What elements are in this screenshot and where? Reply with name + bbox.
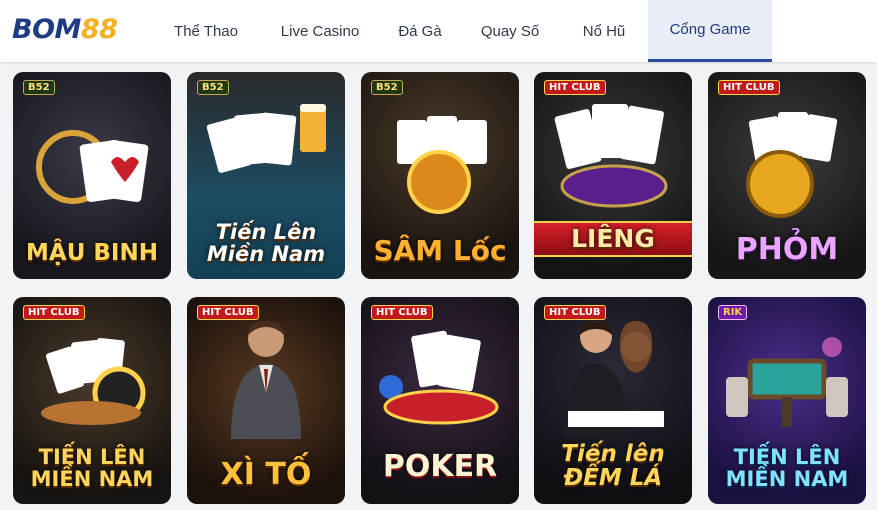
man-in-suit-art	[231, 321, 301, 439]
nav-cockfight[interactable]: Đá Gà	[380, 0, 460, 62]
provider-badge: HIT CLUB	[371, 305, 433, 320]
game-title: POKER	[382, 448, 498, 484]
nav-live-casino[interactable]: Live Casino	[260, 0, 380, 62]
nav-sports[interactable]: Thể Thao	[152, 0, 260, 62]
provider-badge: B52	[197, 80, 229, 95]
game-card-lieng[interactable]: HIT CLUB LIÊNG	[534, 72, 692, 279]
provider-badge: B52	[371, 80, 403, 95]
card-table-art	[726, 337, 848, 427]
site-logo[interactable]: BOM88	[12, 13, 140, 45]
game-card-tien-len-mien-nam-rik[interactable]: RIK TIẾN LÊN MIỀN NAM	[708, 297, 866, 504]
game-card-mau-binh[interactable]: B52 MẬU BINH	[13, 72, 171, 279]
game-title: TIẾN LÊN MIỀN NAM	[725, 444, 849, 491]
provider-badge: RIK	[718, 305, 748, 320]
game-grid: B52 MẬU BINH B52 Tiến Lên Miền Nam B52 S…	[13, 72, 866, 510]
game-title: Tiến Lên Miền Nam	[206, 219, 326, 266]
top-header: BOM88 Thể Thao Live Casino Đá Gà Quay Số…	[0, 0, 877, 62]
logo-text-bom: BOM	[12, 13, 81, 45]
game-title: PHỎM	[735, 231, 839, 267]
game-card-sam-loc[interactable]: B52 SÂM Lốc	[361, 72, 519, 279]
provider-badge: HIT CLUB	[544, 305, 606, 320]
game-card-tien-len-dem-la[interactable]: HIT CLUB Tiến lên ĐẾM LÁ	[534, 297, 692, 504]
nav-slots[interactable]: Nổ Hũ	[560, 0, 648, 62]
game-card-poker[interactable]: HIT CLUB POKER	[361, 297, 519, 504]
dragon-cards-art	[36, 130, 149, 204]
cards-chip-art	[554, 104, 668, 208]
game-title: TIẾN LÊN MIỀN NAM	[30, 444, 154, 491]
game-title: Tiến lên ĐẾM LÁ	[561, 440, 665, 491]
cards-chip-art	[746, 112, 838, 218]
game-card-tien-len-mien-nam-b52[interactable]: B52 Tiến Lên Miền Nam	[187, 72, 345, 279]
game-card-xi-to[interactable]: HIT CLUB XÌ TỐ	[187, 297, 345, 504]
game-title: MẬU BINH	[26, 239, 158, 266]
logo-text-88: 88	[80, 13, 118, 45]
provider-badge: HIT CLUB	[197, 305, 259, 320]
cards-chips-art	[379, 330, 499, 425]
provider-badge: HIT CLUB	[23, 305, 85, 320]
game-title: XÌ TỐ	[220, 456, 312, 492]
provider-badge: HIT CLUB	[718, 80, 780, 95]
provider-badge: HIT CLUB	[544, 80, 606, 95]
couple-art	[564, 321, 664, 437]
game-card-phom[interactable]: HIT CLUB PHỎM	[708, 72, 866, 279]
main-nav: Thể Thao Live Casino Đá Gà Quay Số Nổ Hũ…	[152, 0, 772, 62]
nav-lottery[interactable]: Quay Số	[460, 0, 560, 62]
provider-badge: B52	[23, 80, 55, 95]
cards-chip-art	[41, 337, 146, 425]
cards-beer-art	[206, 104, 326, 173]
game-title: SÂM Lốc	[373, 233, 507, 267]
cards-chip-art	[397, 116, 487, 214]
nav-game-portal[interactable]: Cổng Game	[648, 0, 772, 62]
game-title: LIÊNG	[534, 220, 692, 257]
game-card-tien-len-mien-nam-hit[interactable]: HIT CLUB TIẾN LÊN MIỀN NAM	[13, 297, 171, 504]
